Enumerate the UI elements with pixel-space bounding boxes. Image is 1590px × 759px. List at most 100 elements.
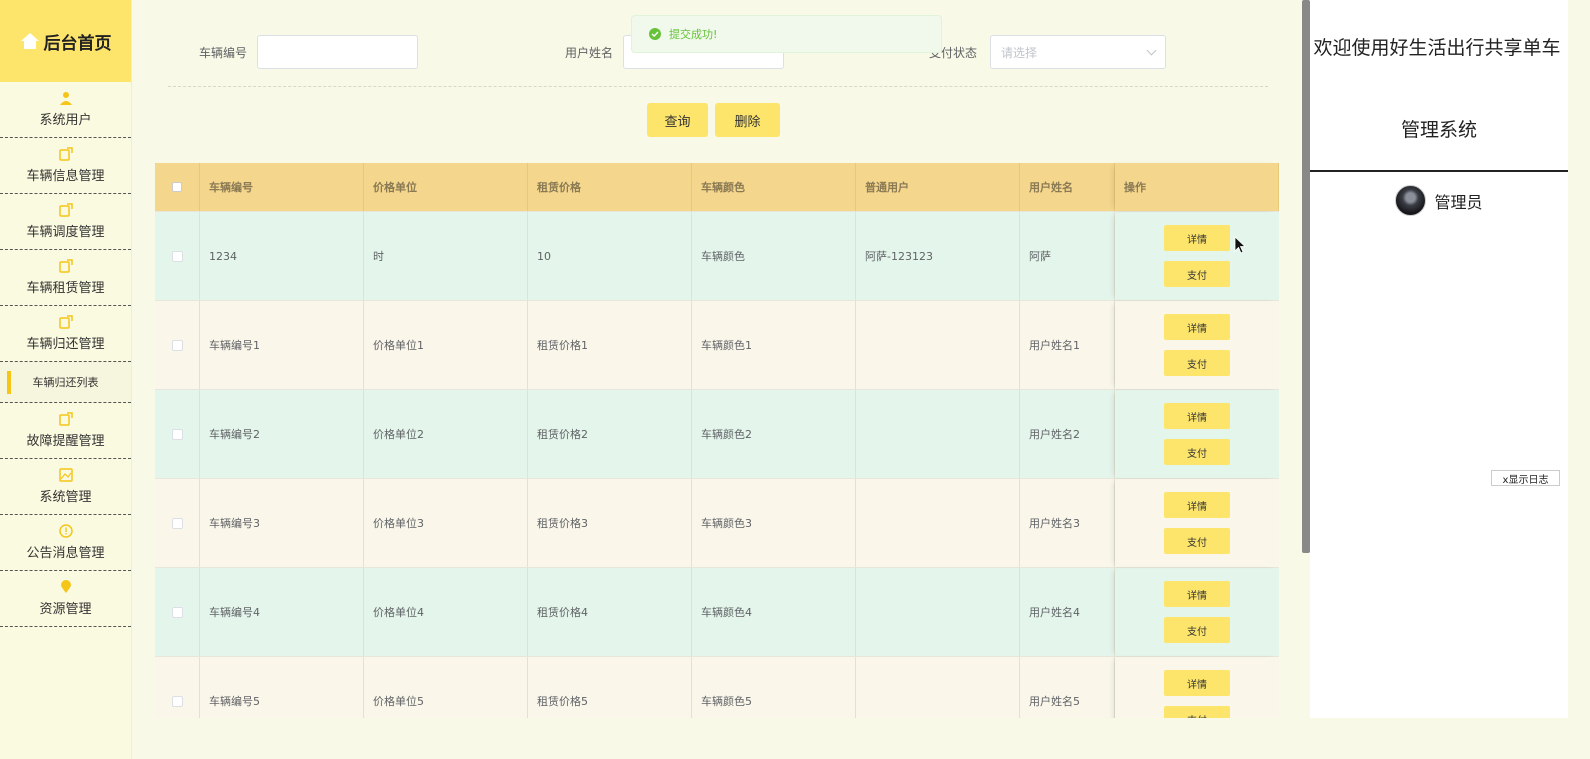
image-icon: [58, 468, 73, 482]
vehicle-no-cell: 车辆编号5: [200, 657, 364, 718]
avatar: [1395, 185, 1427, 216]
pay-status-select[interactable]: 请选择: [990, 35, 1166, 69]
regular-user-cell: 阿萨-123123: [856, 212, 1020, 300]
home-link[interactable]: 后台首页: [0, 0, 131, 82]
actions-cell: 详情支付: [1115, 390, 1279, 478]
sidebar-item-label: 资源管理: [39, 602, 92, 617]
pay-button[interactable]: 支付: [1164, 706, 1230, 718]
header-rental-price[interactable]: 租赁价格: [528, 163, 692, 211]
price-unit-cell: 价格单位5: [364, 657, 528, 718]
divider: [168, 86, 1268, 87]
header-actions: 操作: [1115, 163, 1279, 211]
regular-user-cell: [856, 657, 1020, 718]
detail-button[interactable]: 详情: [1164, 314, 1230, 340]
row-checkbox[interactable]: [171, 606, 183, 618]
pay-button[interactable]: 支付: [1164, 528, 1230, 554]
home-icon: [20, 33, 39, 49]
query-button[interactable]: 查询: [647, 103, 708, 137]
actions-cell: 详情支付: [1115, 479, 1279, 567]
pay-button[interactable]: 支付: [1164, 350, 1230, 376]
pay-button[interactable]: 支付: [1164, 439, 1230, 465]
edit-icon: [58, 147, 73, 161]
pay-button[interactable]: 支付: [1164, 617, 1230, 643]
user-name-cell: 用户姓名3: [1020, 479, 1115, 567]
rental-price-cell: 租赁价格5: [528, 657, 692, 718]
row-checkbox[interactable]: [171, 339, 183, 351]
sidebar-item-vehicle-return[interactable]: 车辆归还管理: [0, 306, 131, 362]
sidebar-item-system-users[interactable]: 系统用户: [0, 82, 131, 138]
header-price-unit[interactable]: 价格单位: [364, 163, 528, 211]
sidebar-item-resources[interactable]: 资源管理: [0, 571, 131, 627]
welcome-line-1: 欢迎使用好生活出行共享单车: [1313, 37, 1561, 59]
actions-cell: 详情支付: [1115, 212, 1279, 300]
show-log-button[interactable]: x显示日志: [1491, 470, 1560, 486]
price-unit-cell: 价格单位2: [364, 390, 528, 478]
data-table: 车辆编号 价格单位 租赁价格 车辆颜色 普通用户 用户姓名 操作 1234 时 10…: [155, 163, 1279, 718]
sidebar-subitem-return-list[interactable]: 车辆归还列表: [0, 362, 131, 403]
sidebar-item-label: 公告消息管理: [26, 546, 105, 561]
header-user-name[interactable]: 用户姓名: [1020, 163, 1115, 211]
regular-user-cell: [856, 390, 1020, 478]
vehicle-no-input[interactable]: [257, 35, 418, 69]
divider: [1310, 170, 1568, 172]
price-unit-cell: 时: [364, 212, 528, 300]
sidebar-item-vehicle-info[interactable]: 车辆信息管理: [0, 138, 131, 194]
welcome-line-2: 管理系统: [1400, 119, 1477, 141]
sidebar-item-label: 故障提醒管理: [26, 434, 105, 449]
detail-button[interactable]: 详情: [1164, 225, 1230, 251]
rental-price-cell: 租赁价格4: [528, 568, 692, 656]
header-vehicle-no[interactable]: 车辆编号: [200, 163, 364, 211]
regular-user-cell: [856, 301, 1020, 389]
success-toast: 提交成功!: [631, 15, 942, 53]
user-name-cell: 用户姓名1: [1020, 301, 1115, 389]
table-row: 车辆编号4 价格单位4 租赁价格4 车辆颜色4 用户姓名4 详情 支付: [155, 567, 1279, 656]
vehicle-no-cell: 车辆编号4: [200, 568, 364, 656]
delete-button[interactable]: 删除: [715, 103, 780, 137]
sidebar-item-fault-alert[interactable]: 故障提醒管理: [0, 403, 131, 459]
sidebar-item-announcements[interactable]: 公告消息管理: [0, 515, 131, 571]
vehicle-no-cell: 车辆编号3: [200, 479, 364, 567]
table-body: 1234 时 10 车辆颜色 阿萨-123123 阿萨 详情 支付 车辆编号1 价格单位1 租赁价格…: [155, 211, 1279, 718]
sidebar-item-vehicle-rental[interactable]: 车辆租赁管理: [0, 250, 131, 306]
detail-button[interactable]: 详情: [1164, 581, 1230, 607]
row-select-cell: [155, 301, 200, 389]
row-checkbox[interactable]: [171, 250, 183, 262]
select-all-checkbox[interactable]: [172, 182, 182, 192]
rental-price-cell: 租赁价格3: [528, 479, 692, 567]
sidebar-item-label: 系统管理: [39, 490, 92, 505]
edit-icon: [58, 203, 73, 217]
table-row: 车辆编号2 价格单位2 租赁价格2 车辆颜色2 用户姓名2 详情 支付: [155, 389, 1279, 478]
sidebar-item-label: 车辆信息管理: [26, 169, 105, 184]
user-name-cell: 阿萨: [1020, 212, 1115, 300]
user-icon: [59, 91, 73, 105]
row-select-cell: [155, 568, 200, 656]
price-unit-cell: 价格单位3: [364, 479, 528, 567]
table-row: 车辆编号1 价格单位1 租赁价格1 车辆颜色1 用户姓名1 详情 支付: [155, 300, 1279, 389]
user-name-cell: 用户姓名4: [1020, 568, 1115, 656]
toast-message: 提交成功!: [669, 28, 718, 41]
row-select-cell: [155, 657, 200, 718]
pay-button[interactable]: 支付: [1164, 261, 1230, 287]
regular-user-cell: [856, 568, 1020, 656]
admin-name: 管理员: [1434, 192, 1483, 212]
detail-button[interactable]: 详情: [1164, 670, 1230, 696]
row-select-cell: [155, 390, 200, 478]
edit-icon: [58, 412, 73, 426]
sidebar-subitem-label: 车辆归还列表: [32, 376, 99, 389]
sidebar-item-vehicle-dispatch[interactable]: 车辆调度管理: [0, 194, 131, 250]
row-checkbox[interactable]: [171, 428, 183, 440]
row-checkbox[interactable]: [171, 695, 183, 707]
detail-button[interactable]: 详情: [1164, 403, 1230, 429]
row-checkbox[interactable]: [171, 517, 183, 529]
row-select-cell: [155, 479, 200, 567]
header-vehicle-color[interactable]: 车辆颜色: [692, 163, 856, 211]
header-regular-user[interactable]: 普通用户: [856, 163, 1020, 211]
detail-button[interactable]: 详情: [1164, 492, 1230, 518]
edit-icon: [58, 259, 73, 273]
vehicle-color-cell: 车辆颜色5: [692, 657, 856, 718]
user-name-cell: 用户姓名2: [1020, 390, 1115, 478]
sidebar-item-label: 车辆归还管理: [26, 337, 105, 352]
row-select-cell: [155, 212, 200, 300]
sidebar-item-system-management[interactable]: 系统管理: [0, 459, 131, 515]
rental-price-cell: 租赁价格1: [528, 301, 692, 389]
